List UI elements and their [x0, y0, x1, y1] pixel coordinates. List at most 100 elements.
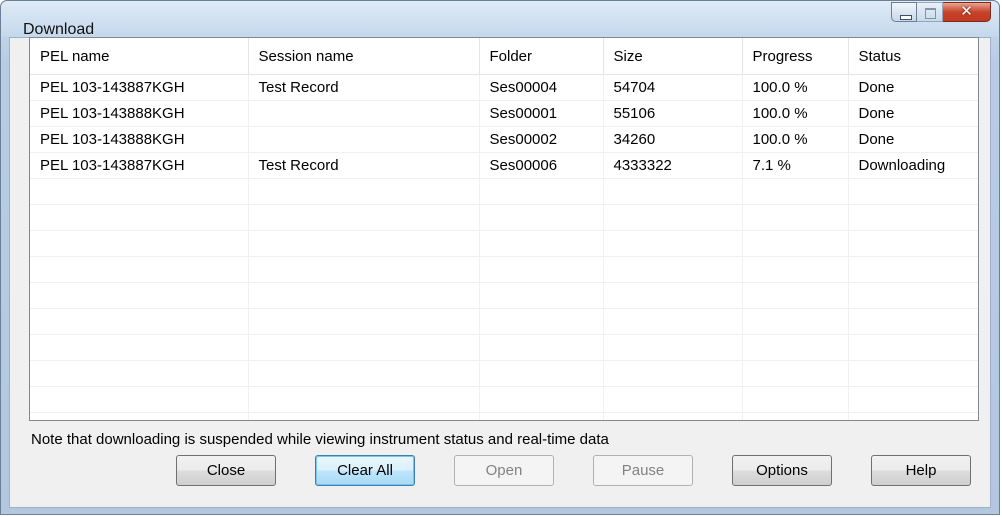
empty-cell: [479, 360, 604, 387]
minimize-button[interactable]: [891, 2, 917, 22]
empty-row: [30, 412, 978, 420]
close-icon: ✕: [960, 3, 973, 20]
empty-cell: [248, 334, 480, 361]
empty-cell: [603, 282, 743, 309]
empty-cell: [30, 360, 249, 387]
caption-buttons: ✕: [891, 2, 991, 24]
empty-row: [30, 386, 978, 413]
empty-cell: [742, 178, 849, 205]
empty-cell: [248, 230, 480, 257]
header-row: PEL name Session name Folder Size Progre…: [30, 38, 978, 75]
cell-session-name: [248, 100, 480, 127]
empty-cell: [248, 360, 480, 387]
empty-cell: [848, 412, 978, 420]
empty-cell: [742, 386, 849, 413]
empty-row: [30, 230, 978, 257]
empty-cell: [603, 230, 743, 257]
cell-status: Downloading: [848, 152, 978, 179]
column-header-pel-name[interactable]: PEL name: [30, 38, 249, 75]
empty-cell: [479, 282, 604, 309]
empty-cell: [248, 178, 480, 205]
close-button[interactable]: Close: [176, 455, 276, 486]
empty-cell: [603, 412, 743, 420]
cell-pel-name: PEL 103-143887KGH: [30, 152, 249, 179]
empty-cell: [848, 308, 978, 335]
column-header-size[interactable]: Size: [603, 38, 743, 75]
empty-row: [30, 360, 978, 387]
column-header-status[interactable]: Status: [848, 38, 978, 75]
table-row[interactable]: PEL 103-143888KGH Ses00001 55106 100.0 %…: [30, 100, 978, 127]
empty-cell: [848, 178, 978, 205]
table-row[interactable]: PEL 103-143887KGH Test Record Ses00006 4…: [30, 152, 978, 179]
cell-folder: Ses00006: [479, 152, 604, 179]
empty-cell: [30, 204, 249, 231]
cell-pel-name: PEL 103-143887KGH: [30, 74, 249, 101]
empty-cell: [30, 230, 249, 257]
empty-cell: [30, 334, 249, 361]
empty-cell: [479, 334, 604, 361]
cell-pel-name: PEL 103-143888KGH: [30, 126, 249, 153]
help-button[interactable]: Help: [871, 455, 971, 486]
empty-cell: [848, 282, 978, 309]
table-row[interactable]: PEL 103-143888KGH Ses00002 34260 100.0 %…: [30, 126, 978, 153]
column-header-session-name[interactable]: Session name: [248, 38, 480, 75]
downloads-table: PEL name Session name Folder Size Progre…: [30, 38, 978, 420]
empty-row: [30, 204, 978, 231]
cell-folder: Ses00001: [479, 100, 604, 127]
empty-cell: [603, 308, 743, 335]
title-bar[interactable]: Download ✕: [1, 1, 999, 38]
empty-cell: [603, 334, 743, 361]
empty-cell: [742, 282, 849, 309]
empty-cell: [30, 256, 249, 283]
close-window-button[interactable]: ✕: [943, 2, 991, 22]
cell-session-name: Test Record: [248, 152, 480, 179]
empty-row: [30, 282, 978, 309]
empty-cell: [248, 282, 480, 309]
column-header-folder[interactable]: Folder: [479, 38, 604, 75]
empty-cell: [248, 412, 480, 420]
empty-cell: [848, 334, 978, 361]
clear-all-button[interactable]: Clear All: [315, 455, 415, 486]
downloads-list[interactable]: PEL name Session name Folder Size Progre…: [29, 37, 979, 421]
empty-cell: [603, 386, 743, 413]
minimize-icon: [900, 15, 912, 20]
empty-cell: [30, 282, 249, 309]
empty-cell: [603, 178, 743, 205]
empty-cell: [479, 308, 604, 335]
empty-cell: [848, 256, 978, 283]
table-row[interactable]: PEL 103-143887KGH Test Record Ses00004 5…: [30, 74, 978, 101]
cell-size: 55106: [603, 100, 743, 127]
empty-cell: [742, 204, 849, 231]
cell-size: 34260: [603, 126, 743, 153]
empty-row: [30, 334, 978, 361]
empty-cell: [603, 204, 743, 231]
cell-session-name: [248, 126, 480, 153]
empty-cell: [603, 360, 743, 387]
open-button: Open: [454, 455, 554, 486]
cell-session-name: Test Record: [248, 74, 480, 101]
cell-progress: 100.0 %: [742, 74, 849, 101]
empty-cell: [848, 386, 978, 413]
empty-row: [30, 308, 978, 335]
cell-status: Done: [848, 126, 978, 153]
options-button[interactable]: Options: [732, 455, 832, 486]
cell-status: Done: [848, 100, 978, 127]
empty-cell: [742, 230, 849, 257]
empty-cell: [742, 256, 849, 283]
maximize-button: [917, 2, 943, 22]
empty-cell: [742, 308, 849, 335]
empty-cell: [30, 386, 249, 413]
empty-cell: [479, 386, 604, 413]
column-header-progress[interactable]: Progress: [742, 38, 849, 75]
empty-cell: [30, 412, 249, 420]
cell-size: 4333322: [603, 152, 743, 179]
cell-status: Done: [848, 74, 978, 101]
empty-cell: [479, 256, 604, 283]
empty-cell: [248, 256, 480, 283]
cell-folder: Ses00002: [479, 126, 604, 153]
cell-folder: Ses00004: [479, 74, 604, 101]
empty-cell: [479, 204, 604, 231]
empty-cell: [742, 334, 849, 361]
empty-cell: [479, 178, 604, 205]
cell-progress: 100.0 %: [742, 126, 849, 153]
